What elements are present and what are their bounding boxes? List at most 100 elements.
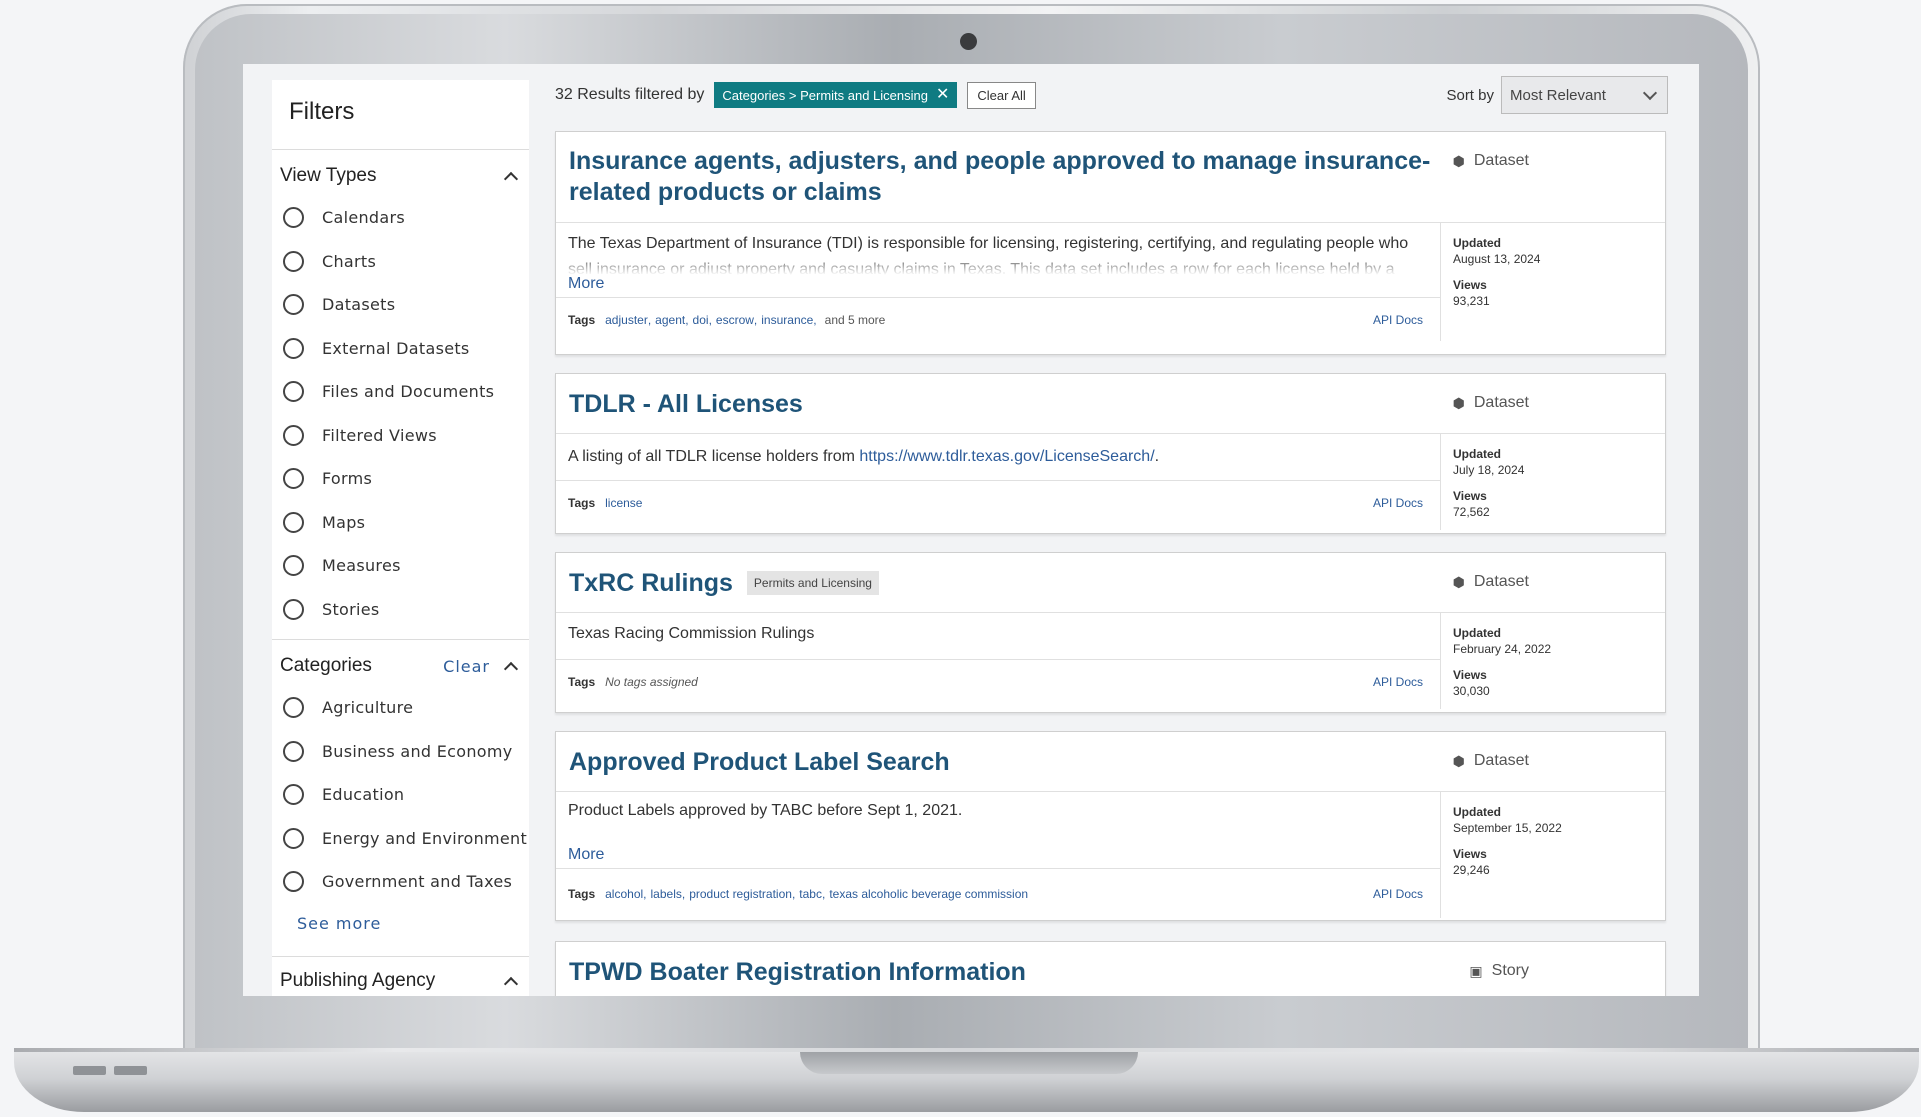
divider <box>272 955 529 957</box>
category-badge[interactable]: Permits and Licensing <box>746 571 879 595</box>
radio-button[interactable] <box>283 294 304 316</box>
tag-link[interactable]: alcohol <box>605 887 643 901</box>
see-more-link[interactable]: See more <box>272 904 529 956</box>
filter-option-education[interactable]: Education <box>272 773 529 817</box>
tag-link[interactable]: product registration <box>689 887 792 901</box>
filter-option-stories[interactable]: Stories <box>272 588 529 632</box>
result-card: TDLR - All Licenses ⬢ Dataset A listing … <box>555 373 1666 534</box>
tag-link[interactable]: license <box>605 496 642 510</box>
tag-separator: , <box>813 312 817 327</box>
filter-option-government-and-taxes[interactable]: Government and Taxes <box>272 860 529 904</box>
filter-option-measures[interactable]: Measures <box>272 544 529 588</box>
tag-link[interactable]: insurance <box>761 313 813 327</box>
filter-option-agriculture[interactable]: Agriculture <box>272 686 529 730</box>
more-link[interactable]: More <box>556 275 1440 297</box>
radio-button[interactable] <box>283 740 304 762</box>
tags-more[interactable]: and 5 more <box>825 313 886 327</box>
filter-option-datasets[interactable]: Datasets <box>272 283 529 327</box>
radio-button[interactable] <box>283 468 304 490</box>
api-docs-link[interactable]: API Docs <box>1373 496 1423 510</box>
tags-label: Tags <box>568 312 596 327</box>
filter-option-maps[interactable]: Maps <box>272 501 529 545</box>
updated-value: February 24, 2022 <box>1453 642 1552 656</box>
radio-button[interactable] <box>283 598 304 620</box>
result-description-text: A listing of all TDLR license holders fr… <box>568 448 860 465</box>
categories-header[interactable]: Categories Clear <box>272 646 529 686</box>
result-meta: Updated September 15, 2022 Views 29,246 <box>1441 792 1665 918</box>
result-title[interactable]: TxRC Rulings <box>569 569 733 598</box>
no-tags-text: No tags assigned <box>605 674 698 689</box>
close-icon[interactable]: ✕ <box>936 87 949 103</box>
tag-link[interactable]: adjuster <box>605 313 648 327</box>
description-fade <box>556 253 1440 275</box>
radio-button[interactable] <box>283 555 304 577</box>
filter-option-filtered-views[interactable]: Filtered Views <box>272 414 529 458</box>
view-types-header[interactable]: View Types <box>272 156 529 196</box>
dataset-icon: ⬢ <box>1452 394 1465 411</box>
tag-link[interactable]: tabc <box>799 887 822 901</box>
publishing-agency-header[interactable]: Publishing Agency <box>272 961 529 997</box>
result-title[interactable]: TPWD Boater Registration Information <box>569 958 1026 987</box>
radio-button[interactable] <box>283 697 304 719</box>
tag-separator: , <box>647 312 652 327</box>
result-description-text: Product Labels approved by TABC before S… <box>568 802 963 819</box>
api-docs-link[interactable]: API Docs <box>1373 675 1423 689</box>
result-title[interactable]: Insurance agents, adjusters, and people … <box>556 132 1436 208</box>
result-description: A listing of all TDLR license holders fr… <box>556 434 1440 480</box>
tags-row: Tags license API Docs <box>556 480 1440 524</box>
chevron-up-icon[interactable] <box>503 661 519 677</box>
filter-option-calendars[interactable]: Calendars <box>272 196 529 240</box>
view-types-title: View Types <box>280 165 377 186</box>
radio-button[interactable] <box>283 207 304 229</box>
result-title[interactable]: Approved Product Label Search <box>569 748 950 777</box>
result-type: ⬢ Dataset <box>1453 152 1529 170</box>
chevron-up-icon[interactable] <box>503 171 519 187</box>
sort-control: Sort by Most Relevant <box>1446 76 1668 114</box>
api-docs-link[interactable]: API Docs <box>1373 313 1423 327</box>
api-docs-link[interactable]: API Docs <box>1373 887 1423 901</box>
sort-dropdown[interactable]: Most Relevant <box>1501 76 1668 114</box>
result-type-label: Dataset <box>1473 573 1529 590</box>
radio-button[interactable] <box>283 424 304 446</box>
radio-button[interactable] <box>283 511 304 533</box>
tag-link[interactable]: agent <box>655 313 685 327</box>
dataset-icon: ⬢ <box>1452 152 1465 169</box>
result-description: Texas Racing Commission Rulings <box>556 613 1440 659</box>
filter-option-forms[interactable]: Forms <box>272 457 529 501</box>
filter-option-business-and-economy[interactable]: Business and Economy <box>272 730 529 774</box>
filter-option-charts[interactable]: Charts <box>272 240 529 284</box>
filter-option-energy-and-environment[interactable]: Energy and Environment <box>272 817 529 861</box>
filter-option-external-datasets[interactable]: External Datasets <box>272 327 529 371</box>
updated-label: Updated <box>1453 447 1501 461</box>
radio-button[interactable] <box>283 381 304 403</box>
clear-all-button[interactable]: Clear All <box>967 81 1036 109</box>
categories-clear-link[interactable]: Clear <box>443 657 490 676</box>
tag-link[interactable]: escrow <box>716 313 754 327</box>
filters-sidebar: Filters View Types Calendars Charts Data… <box>272 80 529 996</box>
chevron-up-icon[interactable] <box>503 976 519 991</box>
radio-button[interactable] <box>283 871 304 893</box>
license-search-link[interactable]: https://www.tdlr.texas.gov/LicenseSearch… <box>859 448 1154 465</box>
filter-option-files-and-documents[interactable]: Files and Documents <box>272 370 529 414</box>
tags-row: Tags No tags assigned API Docs <box>556 659 1440 703</box>
tag-separator: , <box>791 886 796 901</box>
tags-label: Tags <box>568 674 596 689</box>
tag-link[interactable]: labels <box>651 887 682 901</box>
active-filter-chip[interactable]: Categories > Permits and Licensing ✕ <box>714 82 958 108</box>
radio-button[interactable] <box>283 250 304 272</box>
laptop-vent <box>114 1066 147 1075</box>
radio-button[interactable] <box>283 827 304 849</box>
tag-link[interactable]: texas alcoholic beverage commission <box>829 887 1028 901</box>
views-label: Views <box>1453 847 1487 861</box>
updated-value: July 18, 2024 <box>1453 463 1525 477</box>
more-link[interactable]: More <box>556 846 1440 868</box>
divider <box>272 639 529 640</box>
radio-button[interactable] <box>283 784 304 806</box>
tag-separator: , <box>643 886 647 901</box>
views-label: Views <box>1453 489 1487 503</box>
tag-link[interactable]: doi <box>693 313 709 327</box>
result-description-text: Texas Racing Commission Rulings <box>568 625 815 642</box>
radio-button[interactable] <box>283 337 304 359</box>
result-description: The Texas Department of Insurance (TDI) … <box>556 223 1440 275</box>
result-title[interactable]: TDLR - All Licenses <box>569 390 803 419</box>
